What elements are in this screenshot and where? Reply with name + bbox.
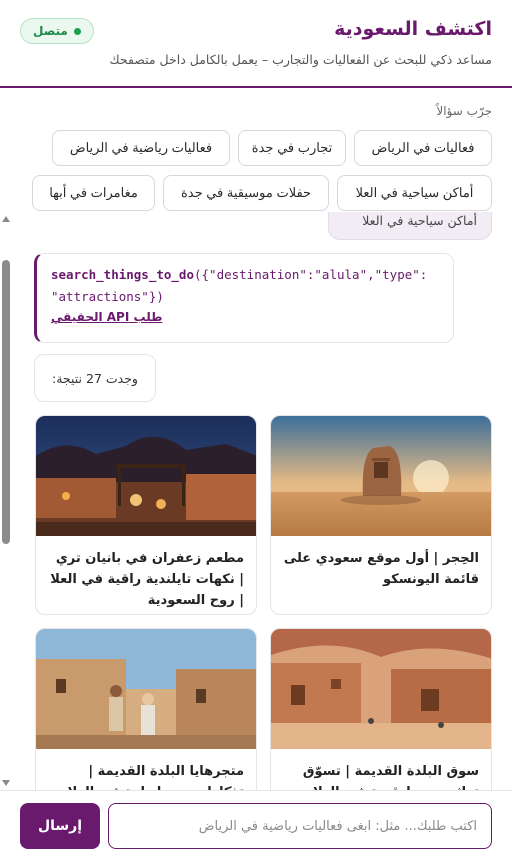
user-message: أماكن سياحية في العلا [328, 212, 492, 240]
result-card[interactable]: مطعم زعفران في بانيان تري | نكهات تايلند… [35, 415, 257, 615]
desert-tomb-image [271, 416, 491, 536]
tool-call-args-cont: "attractions"}) [51, 289, 164, 304]
suggestion-chip[interactable]: فعاليات في الرياض [354, 130, 492, 166]
message-input[interactable] [108, 803, 492, 849]
status-label: متصل [33, 24, 68, 38]
tool-call-args: ({"destination":"alula","type": [194, 267, 428, 282]
suggestion-chip[interactable]: تجارب في جدة [238, 130, 346, 166]
card-image [36, 416, 256, 536]
result-card[interactable]: سوق البلدة القديمة | تسوّق تراثي وسط قري… [270, 628, 492, 790]
composer-bar: إرسال [0, 790, 512, 861]
restaurant-night-image [36, 416, 256, 536]
result-card[interactable]: متجرهايا البلدة القديمة | تذكارات وسط بل… [35, 628, 257, 790]
card-image [36, 629, 256, 749]
card-title: الحِجر | أول موقع سعودي على قائمة اليونس… [283, 551, 479, 587]
scroll-thumb[interactable] [2, 260, 10, 544]
card-image [271, 629, 491, 749]
app-header: اكتشف السعودية مساعد ذكي للبحث عن الفعال… [0, 0, 512, 88]
scroll-up-arrow-icon[interactable] [2, 216, 10, 222]
suggestions-label: جرّب سؤالاً [436, 104, 492, 118]
card-title: متجرهايا البلدة القديمة | تذكارات وسط بل… [48, 764, 244, 790]
app-title: اكتشف السعودية [334, 18, 492, 40]
tool-call-function: search_things_to_do [51, 267, 194, 282]
card-image [271, 416, 491, 536]
chat-messages: أماكن سياحية في العلا search_things_to_d… [14, 212, 500, 790]
status-dot-icon [73, 27, 81, 35]
status-badge: متصل [20, 18, 94, 44]
tool-call-card: search_things_to_do({"destination":"alul… [34, 253, 454, 343]
send-button[interactable]: إرسال [20, 803, 100, 849]
app-subtitle: مساعد ذكي للبحث عن الفعاليات والتجارب – … [109, 52, 492, 67]
suggestion-chip[interactable]: حفلات موسيقية في جدة [163, 175, 329, 211]
card-title: سوق البلدة القديمة | تسوّق تراثي وسط قري… [294, 764, 479, 790]
chat-scrollbar[interactable] [0, 212, 12, 790]
result-count-message: وجدت 27 نتيجة: [34, 354, 156, 402]
suggestion-chip[interactable]: أماكن سياحية في العلا [337, 175, 492, 211]
suggestion-chip[interactable]: مغامرات في أبها [32, 175, 155, 211]
api-request-link[interactable]: طلب API الحقيقي [51, 310, 441, 324]
scroll-down-arrow-icon[interactable] [2, 780, 10, 786]
suggestion-chip[interactable]: فعاليات رياضية في الرياض [52, 130, 230, 166]
old-town-visitors-image [36, 629, 256, 749]
result-card[interactable]: الحِجر | أول موقع سعودي على قائمة اليونس… [270, 415, 492, 615]
old-town-market-image [271, 629, 491, 749]
card-title: مطعم زعفران في بانيان تري | نكهات تايلند… [50, 551, 244, 608]
